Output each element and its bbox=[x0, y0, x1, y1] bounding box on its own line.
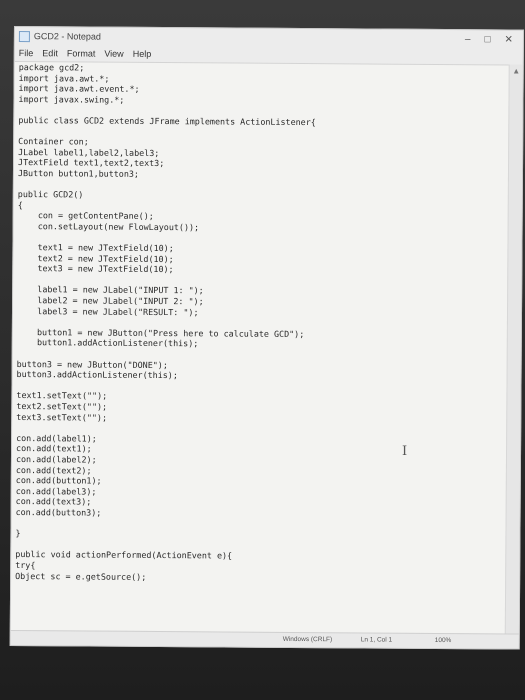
code-text[interactable]: package gcd2; import java.awt.*; import ja… bbox=[11, 62, 510, 585]
code-line[interactable]: Object sc = e.getSource(); bbox=[15, 571, 506, 585]
window-controls: – □ ✕ bbox=[465, 34, 523, 45]
status-cursor-position: Ln 1, Col 1 bbox=[360, 636, 393, 644]
menu-view[interactable]: View bbox=[104, 49, 123, 59]
status-zoom: 100% bbox=[434, 636, 452, 645]
minimize-icon[interactable]: – bbox=[465, 34, 471, 45]
close-icon[interactable]: ✕ bbox=[504, 34, 512, 45]
status-encoding: Windows (CRLF) bbox=[282, 635, 333, 644]
window-title: GCD2 - Notepad bbox=[33, 31, 101, 42]
menu-format[interactable]: Format bbox=[67, 48, 96, 58]
notepad-window: GCD2 - Notepad – □ ✕ File Edit Format Vi… bbox=[9, 26, 524, 650]
scroll-up-icon[interactable]: ▲ bbox=[510, 66, 523, 75]
maximize-icon[interactable]: □ bbox=[484, 34, 490, 45]
menu-help[interactable]: Help bbox=[133, 49, 152, 59]
menu-file[interactable]: File bbox=[19, 48, 34, 58]
menu-edit[interactable]: Edit bbox=[42, 48, 58, 58]
vertical-scrollbar[interactable]: ▲ bbox=[504, 64, 523, 635]
text-editor[interactable]: package gcd2; import java.awt.*; import ja… bbox=[10, 61, 510, 636]
text-cursor-icon: I bbox=[402, 444, 408, 459]
notepad-icon bbox=[18, 30, 30, 42]
status-bar: Windows (CRLF) Ln 1, Col 1 100% bbox=[10, 629, 519, 649]
